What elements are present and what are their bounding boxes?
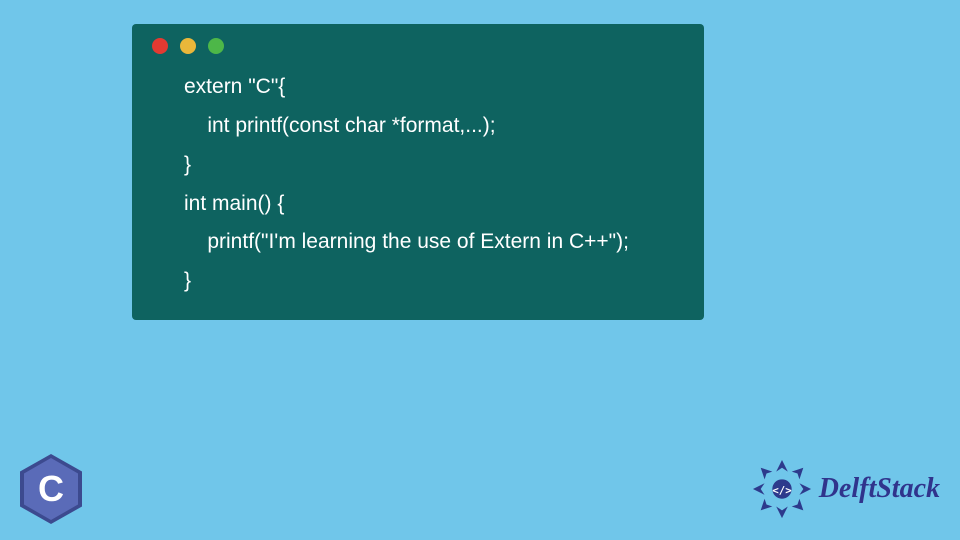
code-line: int main() { [184,192,284,215]
code-line: int printf(const char *format,...); [184,114,496,137]
c-language-badge: C [20,454,84,526]
window-titlebar [132,24,704,62]
svg-text:</>: </> [772,484,791,497]
code-line: extern "C"{ [184,75,285,98]
close-icon [152,38,168,54]
maximize-icon [208,38,224,54]
code-block: extern "C"{ int printf(const char *forma… [132,62,704,301]
code-line: } [184,153,191,176]
code-line: } [184,269,191,292]
c-letter: C [24,458,78,520]
code-line: printf("I'm learning the use of Extern i… [184,230,629,253]
code-window: extern "C"{ int printf(const char *forma… [132,24,704,320]
mandala-icon: </> [751,458,813,520]
minimize-icon [180,38,196,54]
brand-logo: </> DelftStack [751,458,940,520]
brand-name: DelftStack [819,473,940,505]
hexagon-icon: C [20,454,82,524]
